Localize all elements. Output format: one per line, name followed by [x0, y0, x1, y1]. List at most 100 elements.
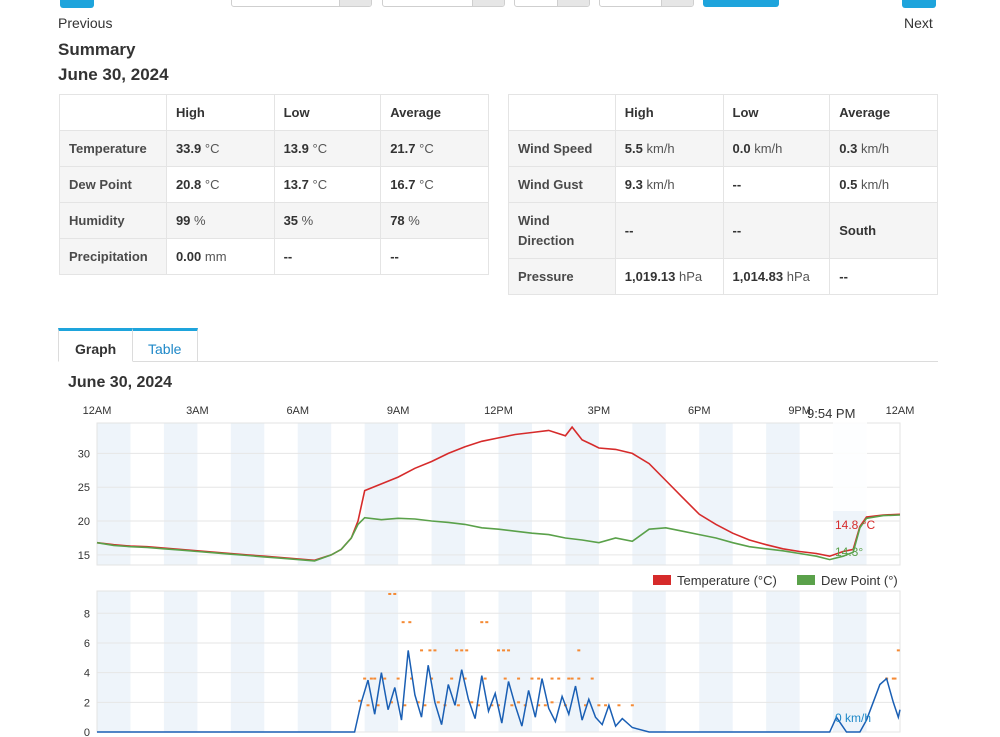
cell-average: 16.7 °C: [380, 166, 489, 203]
x-tick-label: 6AM: [286, 405, 309, 417]
wind-gust-point: [408, 621, 412, 624]
time-band: [364, 423, 399, 565]
hover-time: 9:54 PM: [807, 406, 855, 421]
wind-gust-point: [570, 677, 574, 680]
wind-gust-point: [550, 701, 554, 704]
x-tick-label: 3AM: [186, 405, 209, 417]
wind-gust-point: [460, 649, 464, 652]
x-tick-label: 12PM: [484, 405, 513, 417]
y-tick-label: 8: [84, 608, 90, 620]
wind-gust-point: [543, 704, 547, 707]
wind-gust-point: [530, 677, 534, 680]
time-band: [297, 591, 332, 732]
wind-gust-point: [436, 701, 440, 704]
weather-graph[interactable]: 12AM 3AM 6AM 9AM 12PM 3PM 6PM 9PM 12AM 15202530 …: [0, 395, 1000, 737]
wind-gust-point: [517, 677, 521, 680]
previous-link[interactable]: Previous: [58, 15, 112, 31]
table-row: Humidity 99 % 35 % 78 %: [59, 202, 489, 239]
wind-gust-point: [483, 677, 487, 680]
table-row: Pressure 1,019.13 hPa 1,014.83 hPa --: [508, 258, 938, 295]
cell-high: 9.3 km/h: [614, 166, 724, 203]
summary-date: June 30, 2024: [58, 65, 169, 84]
temperature-readout: 14.8 °C: [835, 518, 875, 532]
wind-gust-point: [577, 677, 581, 680]
range-select[interactable]: [599, 0, 694, 7]
cell-average: 21.7 °C: [380, 130, 489, 167]
cell-low: 13.9 °C: [273, 130, 382, 167]
header-blank: [508, 94, 616, 131]
wind-gust-point: [597, 704, 601, 707]
time-band: [766, 423, 800, 565]
cell-high: 33.9 °C: [165, 130, 275, 167]
chevron-down-icon: [661, 0, 693, 6]
tab-graph[interactable]: Graph: [58, 328, 134, 362]
next-link[interactable]: Next: [904, 15, 933, 31]
wind-gust-point: [617, 704, 621, 707]
wind-gust-point: [497, 649, 500, 652]
wind-gust-point: [557, 677, 561, 680]
time-band: [163, 591, 198, 732]
wind-gust-point: [456, 704, 460, 707]
cell-average: --: [829, 258, 938, 295]
wind-gust-point: [363, 677, 367, 680]
legend-label-dew-point[interactable]: Dew Point (°): [821, 573, 898, 588]
wind-gust-point: [401, 621, 405, 624]
wind-gust-point: [403, 704, 407, 707]
year-select[interactable]: [514, 0, 590, 7]
y-tick-label: 20: [78, 516, 90, 528]
header-average: Average: [829, 94, 938, 131]
wind-gust-point: [502, 649, 506, 652]
time-band: [632, 423, 666, 565]
summary-table-left: High Low Average Temperature 33.9 °C 13.…: [59, 94, 489, 275]
cell-high: 20.8 °C: [165, 166, 275, 203]
cell-average: South: [829, 202, 938, 259]
chevron-down-icon: [557, 0, 589, 6]
table-row: Wind Speed 5.5 km/h 0.0 km/h 0.3 km/h: [508, 130, 938, 167]
row-label: Wind Gust: [508, 166, 616, 203]
wind-gust-point: [420, 649, 424, 652]
next-arrow-button[interactable]: [902, 0, 936, 8]
previous-arrow-button[interactable]: [60, 0, 94, 8]
wind-gust-point: [373, 677, 377, 680]
wind-gust-point: [480, 621, 484, 624]
day-select[interactable]: [382, 0, 505, 7]
time-band: [699, 423, 733, 565]
wind-gust-point: [358, 699, 362, 702]
cell-low: 0.0 km/h: [722, 130, 831, 167]
cell-high: 1,019.13 hPa: [614, 258, 724, 295]
month-select[interactable]: [231, 0, 372, 7]
wind-gust-point: [470, 701, 474, 704]
header-low: Low: [722, 94, 831, 131]
wind-gust-point: [537, 677, 541, 680]
row-label: Pressure: [508, 258, 616, 295]
x-tick-label: 12AM: [886, 405, 915, 417]
table-row: Wind Gust 9.3 km/h -- 0.5 km/h: [508, 166, 938, 203]
summary-table-right: High Low Average Wind Speed 5.5 km/h 0.0…: [508, 94, 938, 295]
cell-average: 0.3 km/h: [829, 130, 938, 167]
tab-table[interactable]: Table: [131, 328, 199, 362]
wind-gust-point: [485, 621, 489, 624]
time-band: [565, 423, 599, 565]
time-band: [431, 591, 466, 732]
time-band: [230, 591, 265, 732]
cell-low: --: [273, 238, 382, 275]
header-average: Average: [380, 94, 489, 131]
y-tick-label: 0: [84, 727, 90, 737]
time-band: [699, 591, 733, 732]
wind-readout: 0 km/h: [835, 711, 871, 725]
wind-gust-point: [450, 677, 454, 680]
wind-gust-point: [893, 677, 897, 680]
summary-title: Summary: [58, 40, 136, 59]
go-button[interactable]: [703, 0, 779, 7]
row-label: Temperature: [59, 130, 167, 167]
wind-gust-point: [577, 649, 581, 652]
time-band: [163, 423, 198, 565]
time-band: [230, 423, 265, 565]
cell-low: 13.7 °C: [273, 166, 382, 203]
chevron-down-icon: [472, 0, 504, 6]
time-band: [766, 591, 800, 732]
x-tick-label: 6PM: [688, 405, 711, 417]
cell-high: 5.5 km/h: [614, 130, 724, 167]
y-tick-label: 30: [78, 448, 90, 460]
legend-label-temperature[interactable]: Temperature (°C): [677, 573, 777, 588]
